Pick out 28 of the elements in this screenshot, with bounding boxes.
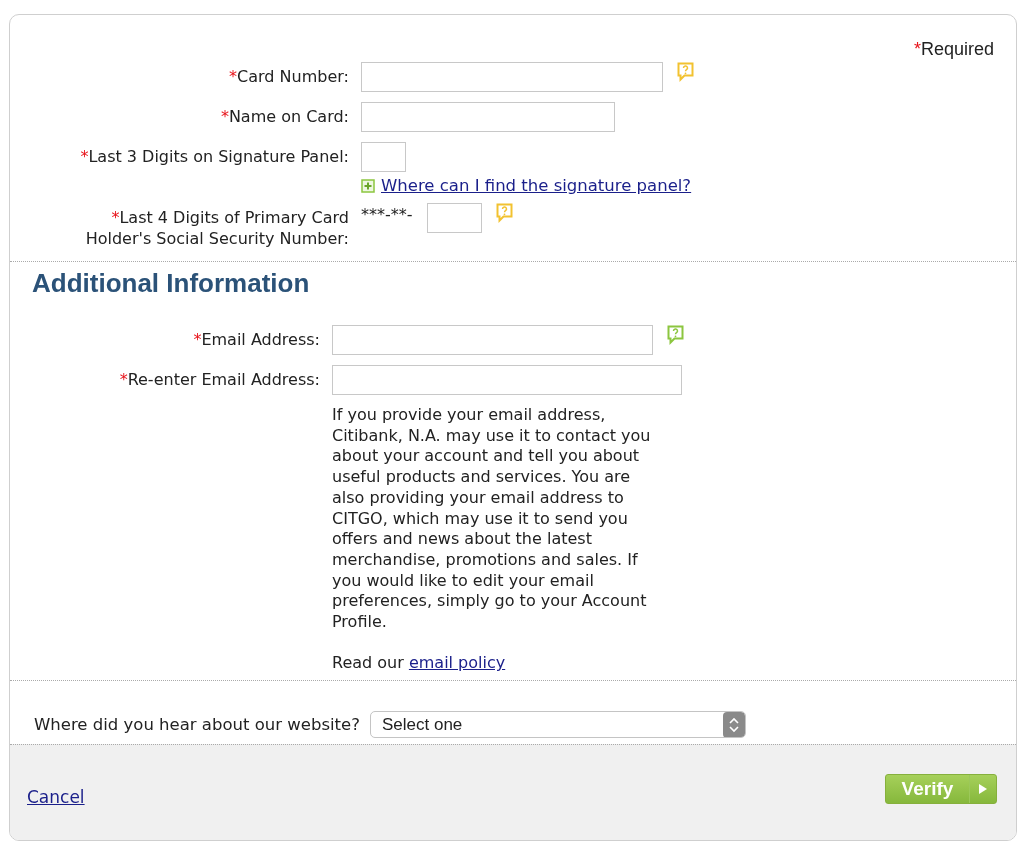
source-dropdown[interactable]: Select one xyxy=(369,711,746,739)
survey-label: Where did you hear about our website? xyxy=(34,715,360,735)
field-label: *Last 3 Digits on Signature Panel: xyxy=(79,146,349,167)
input-field[interactable] xyxy=(361,102,615,132)
email-policy-text: Read our email policy xyxy=(332,653,507,675)
field-label: *Card Number: xyxy=(228,66,349,87)
field-label: *Name on Card: xyxy=(219,106,349,127)
input-field[interactable] xyxy=(361,142,406,172)
updown-icon xyxy=(722,712,745,738)
play-icon xyxy=(978,783,988,796)
field-label: *Re-enter Email Address: xyxy=(118,369,320,390)
input-field[interactable] xyxy=(332,325,653,355)
input-field[interactable] xyxy=(361,62,663,92)
cancel-link[interactable]: Cancel xyxy=(27,787,85,808)
email-notice: If you provide your email address, Citibank, N.A. may use it to contact you about your account and tell you about useful products and services. You are also providing your email address to CITGO, which may use it to send you offers and news about the latest merchandise, promotions and sales. If you would like to edit your email preferences, simply go to your Account Profile. xyxy=(332,405,652,633)
help-icon[interactable] xyxy=(667,325,684,345)
signature-panel-link[interactable]: Where can I find the signature panel? xyxy=(381,176,692,195)
required-note: *Required xyxy=(913,39,994,61)
input-field[interactable] xyxy=(426,203,482,233)
field-label: *Email Address: xyxy=(192,329,320,350)
field-label: *Last 4 Digits of Primary Card Holder's Social Security Number: xyxy=(84,207,349,249)
input-field[interactable] xyxy=(332,365,682,395)
email-policy-link[interactable]: email policy xyxy=(408,653,506,673)
help-icon[interactable] xyxy=(495,203,513,223)
ssn-prefix: ***-**- xyxy=(361,204,413,224)
section-heading: Additional Information xyxy=(32,268,311,299)
help-icon[interactable] xyxy=(677,62,694,82)
plus-icon[interactable] xyxy=(361,178,375,193)
